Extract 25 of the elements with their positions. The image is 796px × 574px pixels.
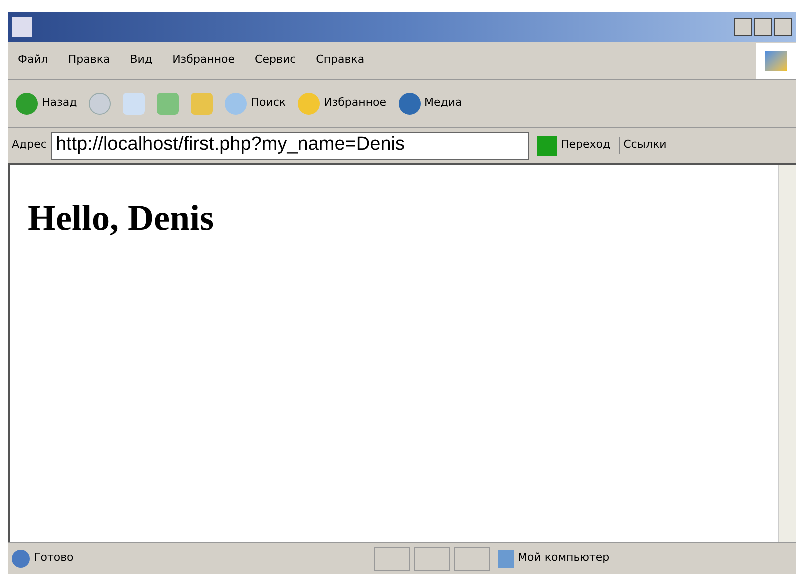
minimize-button[interactable] bbox=[734, 18, 752, 36]
toolbar-button[interactable]: Поиск bbox=[225, 92, 286, 114]
scrollbar[interactable] bbox=[778, 165, 796, 542]
menu-item[interactable]: Справка bbox=[306, 52, 375, 69]
menu-item[interactable]: Файл bbox=[8, 52, 58, 69]
toolbar-button[interactable]: Назад bbox=[16, 92, 78, 114]
toolbar-button[interactable]: Медиа bbox=[398, 92, 462, 114]
menu-item[interactable]: Избранное bbox=[162, 52, 246, 69]
page-heading: Hello, Denis bbox=[28, 197, 215, 240]
maximize-button[interactable] bbox=[754, 18, 772, 36]
zone-text: Мой компьютер bbox=[518, 550, 610, 566]
status-text: Готово bbox=[34, 550, 75, 566]
toolbar-button[interactable]: Избранное bbox=[298, 92, 387, 114]
menu-item[interactable]: Сервис bbox=[245, 52, 306, 69]
status-panel bbox=[414, 546, 450, 570]
go-button[interactable]: Переход bbox=[532, 136, 615, 156]
status-panel bbox=[454, 546, 490, 570]
address-field[interactable]: http://localhost/first.php?my_name=Denis bbox=[50, 132, 529, 160]
close-button[interactable] bbox=[774, 18, 792, 36]
window-icon bbox=[12, 17, 32, 37]
status-panel bbox=[374, 546, 410, 570]
menu-item[interactable]: Вид bbox=[120, 52, 163, 69]
links-button[interactable]: Ссылки bbox=[618, 137, 671, 154]
menu-item[interactable]: Правка bbox=[58, 52, 120, 69]
address-label: Адрес bbox=[12, 137, 47, 154]
